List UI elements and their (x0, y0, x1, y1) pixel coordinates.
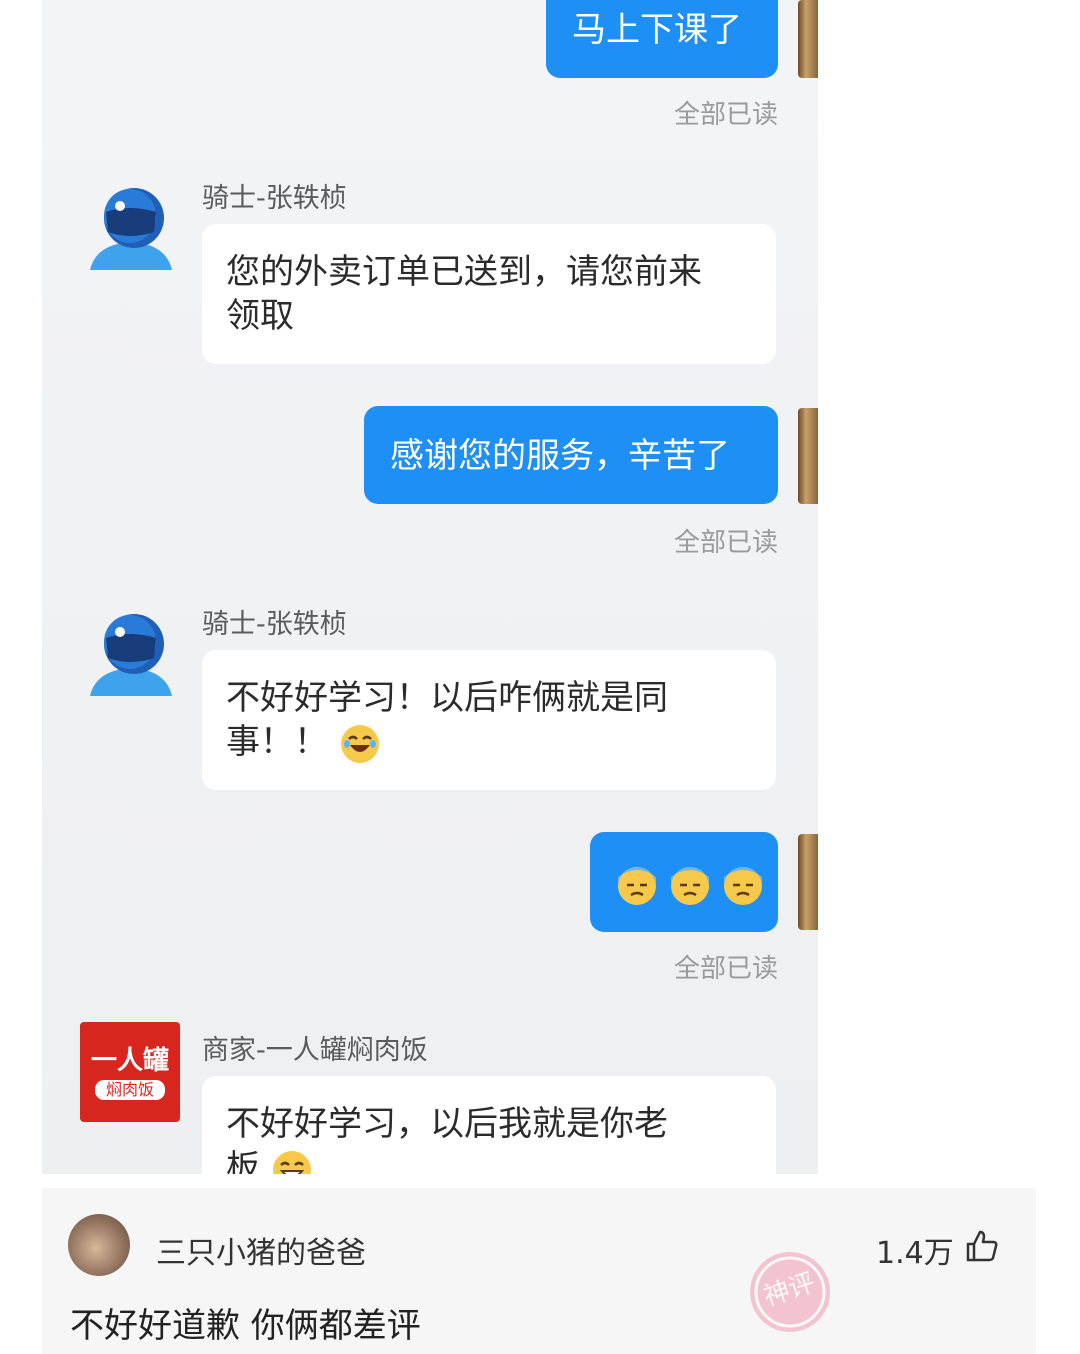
incoming-message: 您的外卖订单已送到，请您前来 领取 (202, 224, 776, 364)
rider-avatar (90, 614, 172, 696)
message-line: 不好好学习！以后咋俩就是同 (226, 678, 668, 718)
commenter-name[interactable]: 三只小猪的爸爸 (156, 1228, 366, 1272)
merchant-logo: 一人罐 焖肉饭 (80, 1022, 180, 1122)
sad-emoji-icon (723, 866, 762, 905)
self-avatar (798, 834, 818, 930)
read-status: 全部已读 (673, 528, 778, 558)
message-line: 不好好学习，以后我就是你老 (226, 1104, 668, 1144)
chat-screenshot: 马上下课了 全部已读 骑士-张轶桢 您的外卖订单已送到，请您前来 领取 感谢您的… (42, 0, 818, 1174)
self-avatar (798, 0, 818, 78)
grinning-emoji-icon (272, 1150, 311, 1174)
message-text: 板 (226, 1148, 260, 1174)
message-text: 事！！ (226, 722, 328, 762)
outgoing-message: 马上下课了 (546, 0, 778, 78)
merchant-logo-line1: 一人罐 (90, 1046, 169, 1076)
laughing-emoji-icon (340, 724, 379, 763)
incoming-message: 不好好学习，以后我就是你老 板 (202, 1076, 776, 1174)
sad-emoji-icon (670, 866, 709, 905)
message-line: 领取 (226, 296, 294, 336)
sender-name: 骑士-张轶桢 (202, 183, 347, 214)
sad-emoji-icon (618, 866, 656, 905)
read-status: 全部已读 (673, 100, 778, 130)
comment-text: 不好好道歉 你俩都差评 (70, 1306, 421, 1346)
merchant-logo-line2: 焖肉饭 (95, 1080, 165, 1100)
featured-comment-stamp-icon: 神评 (750, 1252, 830, 1332)
message-line: 板 (226, 1146, 752, 1174)
message-line: 事！！ (226, 720, 752, 764)
comment-card: 三只小猪的爸爸 神评 1.4万 不好好道歉 你俩都差评 (42, 1188, 1036, 1354)
outgoing-message: 感谢您的服务，辛苦了 (364, 406, 778, 504)
sender-name: 商家-一人罐焖肉饭 (202, 1035, 428, 1066)
rider-avatar (90, 188, 172, 270)
incoming-message: 不好好学习！以后咋俩就是同 事！！ (202, 650, 776, 790)
read-status: 全部已读 (673, 954, 778, 984)
outgoing-emoji-message (590, 832, 778, 932)
message-line: 您的外卖订单已送到，请您前来 (226, 252, 702, 292)
sender-name: 骑士-张轶桢 (202, 609, 347, 640)
avatar[interactable] (68, 1214, 130, 1276)
like-count: 1.4万 (876, 1236, 954, 1271)
thumbs-up-icon[interactable] (964, 1228, 1000, 1264)
self-avatar (798, 408, 818, 504)
